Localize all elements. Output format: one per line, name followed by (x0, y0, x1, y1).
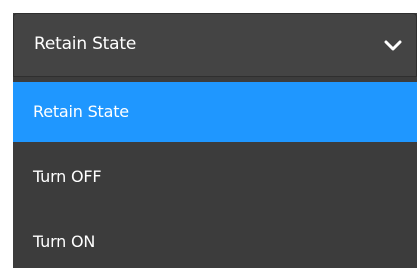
dropdown-menu: Retain State Turn OFF Turn ON (13, 82, 417, 268)
option-turn-off[interactable]: Turn OFF (13, 147, 417, 207)
option-turn-on[interactable]: Turn ON (13, 212, 417, 272)
selected-value: Retain State (34, 34, 137, 54)
chevron-down-icon[interactable] (384, 37, 402, 51)
power-restore-dropdown[interactable]: Retain State Retain State Turn OFF Turn … (13, 13, 417, 268)
option-retain-state[interactable]: Retain State (13, 82, 417, 142)
dropdown-header[interactable]: Retain State (13, 13, 417, 77)
